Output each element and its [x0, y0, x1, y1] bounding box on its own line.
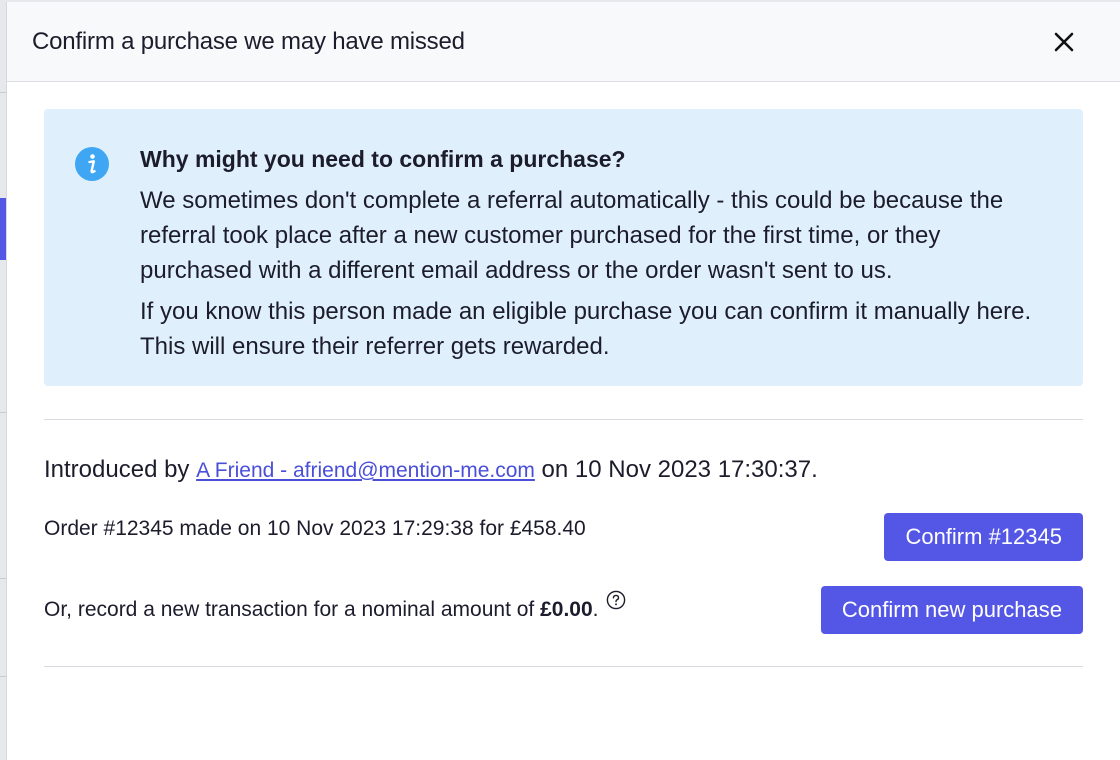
introduced-by-line: Introduced by A Friend - afriend@mention… — [44, 454, 818, 487]
order-row: Order #12345 made on 10 Nov 2023 17:29:3… — [44, 513, 1083, 561]
modal-title: Confirm a purchase we may have missed — [32, 27, 465, 55]
confirm-new-purchase-button[interactable]: Confirm new purchase — [820, 586, 1083, 634]
info-paragraph: If you know this person made an eligible… — [140, 298, 1032, 360]
close-button[interactable] — [1048, 26, 1080, 58]
info-title: Why might you need to confirm a purchase… — [140, 146, 626, 172]
referrer-link[interactable]: A Friend - afriend@mention-me.com — [196, 459, 535, 482]
confirm-purchase-modal: Confirm a purchase we may have missed Wh… — [6, 2, 1120, 760]
new-transaction-row: Or, record a new transaction for a nomin… — [44, 586, 1083, 634]
info-icon — [75, 147, 109, 181]
info-paragraph: We sometimes don't complete a referral a… — [140, 187, 1004, 284]
order-details: Order #12345 made on 10 Nov 2023 17:29:3… — [44, 517, 586, 540]
section-divider — [44, 666, 1083, 667]
new-transaction-prefix: Or, record a new transaction for a nomin… — [44, 598, 541, 621]
introduced-by-suffix: on 10 Nov 2023 17:30:37. — [534, 456, 818, 483]
new-transaction-text: Or, record a new transaction for a nomin… — [44, 586, 626, 624]
section-divider — [44, 419, 1083, 420]
confirm-order-button[interactable]: Confirm #12345 — [884, 513, 1083, 561]
close-icon — [1054, 32, 1074, 51]
info-callout: Why might you need to confirm a purchase… — [44, 109, 1083, 386]
modal-header: Confirm a purchase we may have missed — [7, 2, 1120, 82]
help-circle-icon[interactable] — [606, 590, 626, 610]
nominal-amount: £0.00 — [540, 598, 593, 621]
introduced-by-prefix: Introduced by — [44, 456, 197, 483]
new-transaction-suffix: . — [592, 598, 599, 621]
